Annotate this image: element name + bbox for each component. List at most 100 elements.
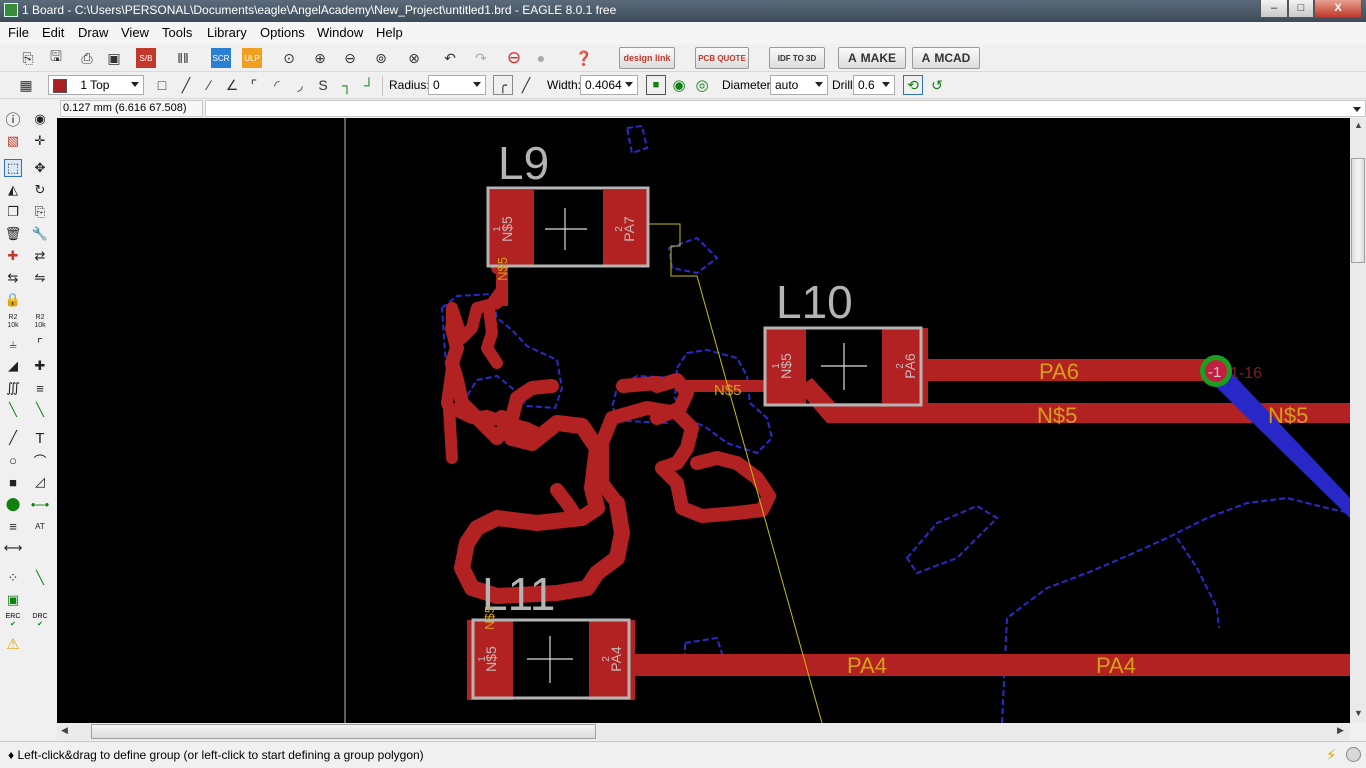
miter-corner-icon[interactable]: ╱ — [516, 75, 536, 95]
zoom-redraw-icon[interactable]: ⊚ — [371, 48, 391, 68]
miter-icon[interactable]: ⌜ — [31, 335, 49, 353]
sch-brd-switch-icon[interactable]: S/B — [136, 48, 156, 68]
arc-icon[interactable]: ⌒ — [31, 451, 49, 469]
line-icon[interactable]: ╱ — [4, 429, 22, 447]
layer-select[interactable]: 1 Top — [48, 75, 144, 95]
ratsnest-icon[interactable]: ⁘ — [4, 569, 22, 587]
undo-icon[interactable]: ↶ — [440, 48, 460, 68]
follow-me-icon[interactable]: ┐ — [337, 75, 357, 95]
scroll-up-icon[interactable]: ▲ — [1354, 120, 1363, 130]
diff-pair-icon[interactable]: ≡ — [31, 379, 49, 397]
scroll-right-icon[interactable]: ▶ — [1337, 725, 1344, 736]
pcb-quote-button[interactable]: PCB QUOTE — [695, 47, 749, 69]
zoom-fit-icon[interactable]: ⊙ — [279, 48, 299, 68]
mirror-icon[interactable]: ◭ — [4, 181, 22, 199]
component-l9[interactable]: L9 N$5 PA7 1 2 — [486, 137, 650, 268]
drill-input[interactable]: 0.6 — [853, 75, 895, 95]
maximize-button[interactable]: □ — [1288, 0, 1314, 18]
minimize-button[interactable]: – — [1260, 0, 1288, 18]
menu-options[interactable]: Options — [260, 25, 305, 40]
round-corner-icon[interactable]: ╭ — [493, 75, 513, 95]
wire-bend-45-icon[interactable]: ╱ — [176, 75, 196, 95]
wire-bend-curve-icon[interactable]: ◞ — [290, 75, 310, 95]
width-input[interactable]: 0.4064 — [580, 75, 638, 95]
via-octagon-icon[interactable]: ◎ — [692, 75, 712, 95]
wire-bend-s-icon[interactable]: S — [313, 75, 333, 95]
show-icon[interactable]: ◉ — [31, 110, 49, 128]
rotate-icon[interactable]: ↻ — [31, 181, 49, 199]
script-icon[interactable]: SCR — [211, 48, 231, 68]
via-round-icon[interactable]: ◉ — [669, 75, 689, 95]
diameter-input[interactable]: auto — [770, 75, 828, 95]
lock-icon[interactable]: 🔒 — [4, 291, 22, 309]
horizontal-scroll-thumb[interactable] — [91, 724, 596, 739]
menu-help[interactable]: Help — [376, 25, 403, 40]
menu-view[interactable]: View — [121, 25, 149, 40]
erc-button[interactable]: ERC ✔ — [4, 611, 22, 629]
circle-icon[interactable]: ○ — [4, 451, 22, 469]
vertical-scroll-thumb[interactable] — [1351, 158, 1365, 263]
design-link-button[interactable]: design link — [619, 47, 675, 69]
horizontal-scrollbar[interactable]: ◀ ▶ — [57, 723, 1350, 740]
smash-icon[interactable]: ✚ — [31, 357, 49, 375]
scroll-down-icon[interactable]: ▼ — [1354, 708, 1363, 718]
dimension-icon[interactable]: ⟷ — [4, 539, 23, 557]
display-layers-icon[interactable]: ▧ — [4, 132, 22, 150]
component-l11[interactable]: L11 N$5 PA4 1 2 — [467, 568, 635, 700]
scroll-left-icon[interactable]: ◀ — [61, 725, 68, 736]
name-tool-icon[interactable]: R2 10k — [4, 313, 22, 331]
polygon-icon[interactable]: ◿ — [31, 473, 49, 491]
meander-icon[interactable]: ∭ — [4, 379, 22, 397]
wire-bend-angle-icon[interactable]: ∠ — [222, 75, 242, 95]
signal-icon[interactable]: •─• — [31, 495, 49, 513]
wire-bend-straight-icon[interactable]: □ — [152, 75, 172, 95]
component-l10[interactable]: L10 N$5 PA6 1 2 — [763, 276, 928, 407]
wrench-icon[interactable]: 🔧 — [31, 225, 49, 243]
route-options-icon[interactable]: ↺ — [927, 75, 947, 95]
make-button[interactable]: A MAKE — [838, 47, 906, 69]
split-icon[interactable]: ⫨ — [4, 335, 22, 353]
info-icon[interactable]: ⓘ — [4, 110, 22, 129]
zoom-out-icon[interactable]: ⊖ — [340, 48, 360, 68]
optimize-icon[interactable]: ◢ — [4, 357, 22, 375]
zoom-select-icon[interactable]: ⊗ — [404, 48, 424, 68]
rectangle-icon[interactable]: ■ — [4, 473, 22, 491]
gate-swap-icon[interactable]: ⇋ — [31, 269, 49, 287]
grid-icon[interactable]: ▦ — [16, 75, 36, 95]
print-icon[interactable]: ⎙ — [77, 48, 97, 68]
lock-swap-icon[interactable]: ⇆ — [4, 269, 22, 287]
delete-icon[interactable]: 🗑 — [4, 225, 22, 243]
auto-route-icon[interactable]: ⟲ — [903, 75, 923, 95]
hole-icon[interactable]: ≡ — [4, 517, 22, 535]
add-part-icon[interactable]: ✚ — [4, 247, 22, 265]
errors-warning-icon[interactable]: ⚠ — [4, 635, 22, 653]
menu-file[interactable]: File — [8, 25, 29, 40]
wire-bend-diagonal-icon[interactable]: ∕ — [199, 75, 219, 95]
menu-draw[interactable]: Draw — [78, 25, 108, 40]
group-icon[interactable]: ⬚ — [4, 159, 22, 177]
drc-button[interactable]: DRC ✔ — [31, 611, 49, 629]
save-icon[interactable]: 🖫 — [46, 48, 66, 68]
autorouter-icon[interactable]: ╲ — [31, 569, 49, 587]
board-canvas[interactable]: L9 N$5 PA7 1 2 L10 N$5 PA6 1 2 L11 N$5 P… — [57, 118, 1350, 723]
open-icon[interactable]: ⎘ — [18, 48, 38, 68]
menu-edit[interactable]: Edit — [42, 25, 64, 40]
ulp-icon[interactable]: ULP — [242, 48, 262, 68]
mark-icon[interactable]: ✛ — [31, 132, 49, 150]
wire-bend-90-icon[interactable]: ⌜ — [244, 75, 264, 95]
menu-window[interactable]: Window — [317, 25, 363, 40]
stop-indicator-icon[interactable] — [1346, 747, 1361, 762]
redo-icon[interactable]: ↷ — [471, 48, 491, 68]
text-icon[interactable]: T — [31, 429, 49, 447]
cam-icon[interactable]: ▣ — [104, 48, 124, 68]
idf-to-3d-button[interactable]: IDF TO 3D — [769, 47, 825, 69]
help-icon[interactable]: ❓ — [574, 48, 594, 68]
copy-icon[interactable]: ❐ — [4, 203, 22, 221]
library-icon[interactable]: ‖‖ — [173, 48, 193, 68]
radius-input[interactable]: 0 — [428, 75, 486, 95]
menu-tools[interactable]: Tools — [162, 25, 192, 40]
ripup-icon[interactable]: ╲ — [31, 401, 49, 419]
via-square-icon[interactable]: ■ — [646, 75, 666, 95]
stop-icon[interactable]: ⊖ — [504, 48, 524, 68]
route-icon[interactable]: ╲ — [4, 401, 22, 419]
